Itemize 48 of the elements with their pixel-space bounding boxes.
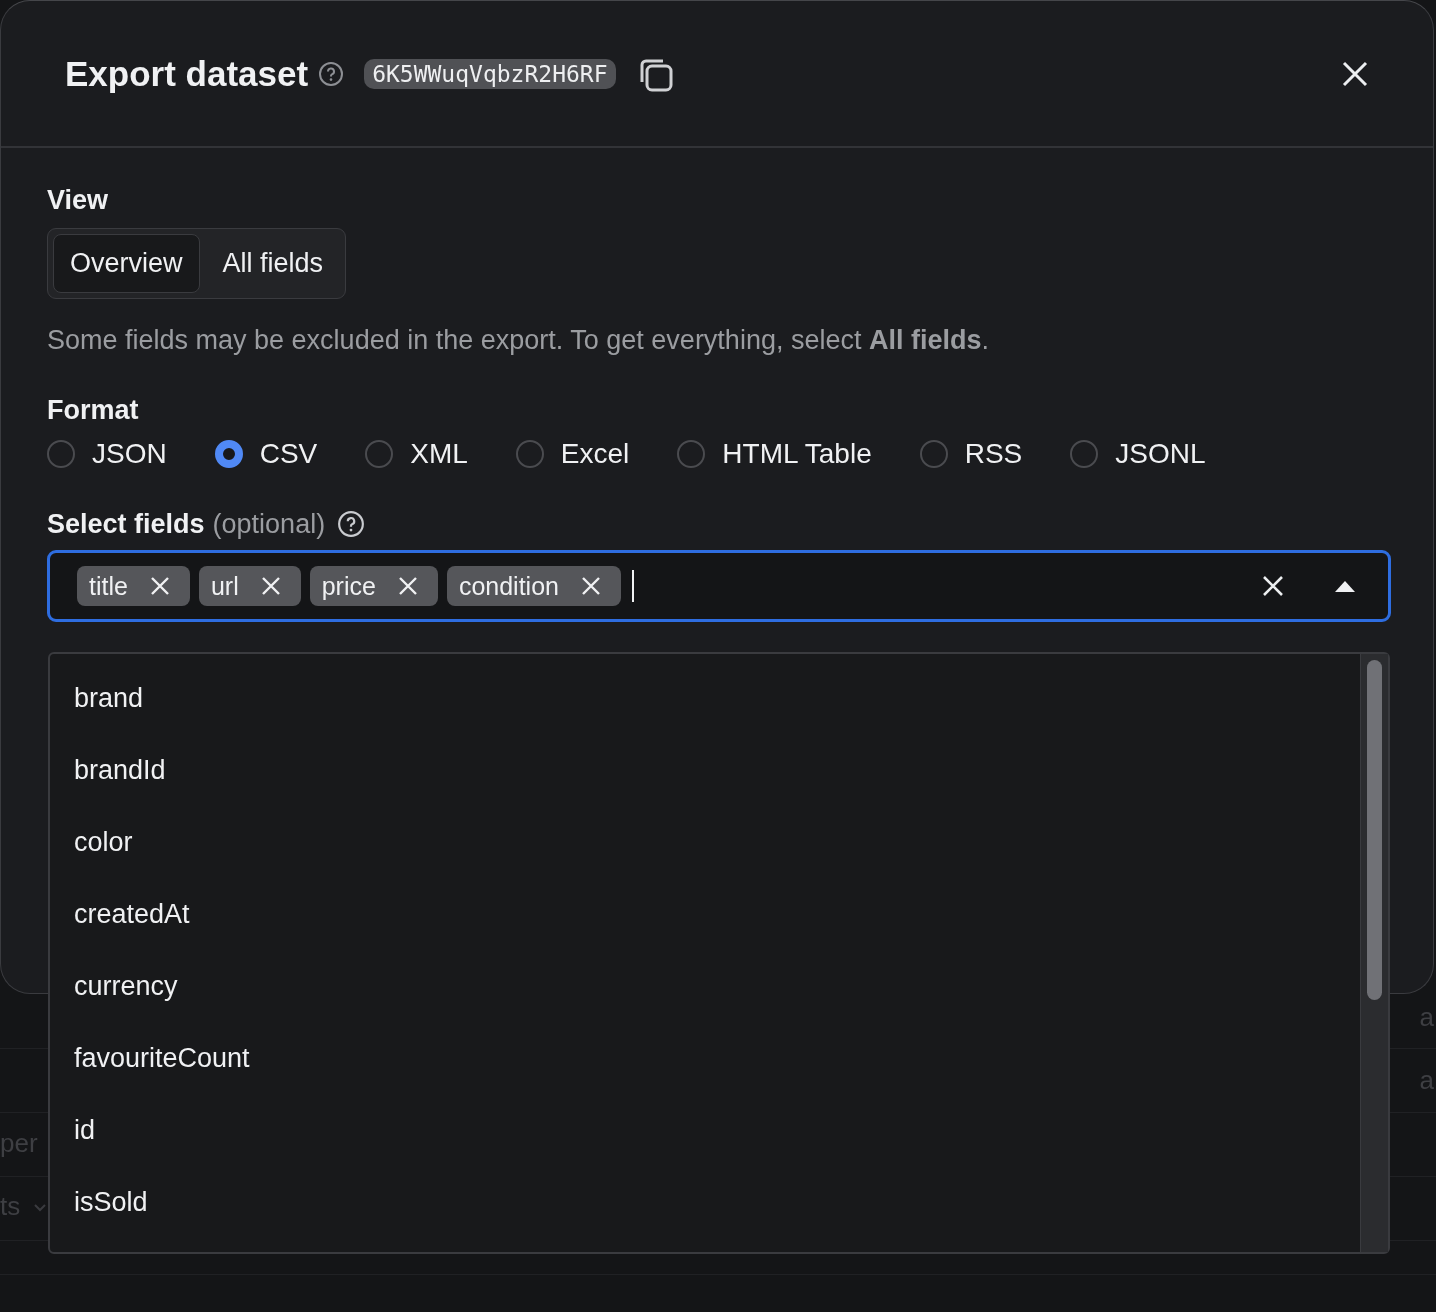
radio-button[interactable] <box>365 440 394 468</box>
text-cursor <box>631 570 634 602</box>
radio-button[interactable] <box>214 440 243 468</box>
dropdown-item[interactable]: createdAt <box>74 880 190 952</box>
view-tab[interactable]: Overview <box>53 234 200 293</box>
remove-icon[interactable] <box>397 576 418 596</box>
radio-button[interactable] <box>515 440 544 468</box>
radio-button[interactable] <box>1070 440 1099 468</box>
hint-text: Some fields may be excluded in the export. To get everything, select All fields. <box>47 325 989 356</box>
dropdown-item[interactable]: brand <box>74 664 144 736</box>
help-icon[interactable] <box>337 510 366 538</box>
remove-icon[interactable] <box>580 576 601 596</box>
radio-label[interactable]: HTML Table <box>722 438 872 470</box>
dropdown-item[interactable]: favouriteCount <box>74 1024 250 1096</box>
chip-label: price <box>321 571 376 601</box>
section-label: Format <box>47 394 139 426</box>
dropdown-item[interactable]: color <box>74 808 133 880</box>
radio-label[interactable]: XML <box>410 438 468 470</box>
chip-label: condition <box>458 571 559 601</box>
view-tab[interactable]: All fields <box>205 234 341 293</box>
radio-label[interactable]: JSONL <box>1115 438 1206 470</box>
radio-button[interactable] <box>919 440 948 468</box>
radio-label[interactable]: CSV <box>259 438 318 470</box>
dropdown-item[interactable]: id <box>74 1096 95 1168</box>
chip-label: url <box>210 571 239 601</box>
section-label: Select fields <box>47 508 205 540</box>
remove-icon[interactable] <box>149 576 170 596</box>
chevron-icon <box>33 1203 47 1213</box>
clear-icon[interactable] <box>1262 575 1284 597</box>
radio-button[interactable] <box>677 440 706 468</box>
caret-up-icon[interactable] <box>1335 580 1355 592</box>
dialog-title: Export dataset <box>65 53 309 94</box>
fields-select[interactable]: title url price condition <box>47 550 1391 622</box>
remove-icon[interactable] <box>260 576 281 596</box>
optional-text: (optional) <box>212 508 326 540</box>
close-icon[interactable] <box>1342 60 1368 87</box>
dataset-id: 6K5WWuqVqbzR2H6RF <box>364 58 616 89</box>
dropdown-item[interactable]: currency <box>74 952 178 1024</box>
dropdown-item[interactable]: brandId <box>74 736 166 808</box>
scrollbar[interactable] <box>1360 654 1388 1252</box>
help-icon[interactable] <box>318 60 345 87</box>
dropdown-item[interactable]: isSold <box>74 1168 148 1240</box>
chip-label: title <box>89 571 128 601</box>
section-label: View <box>47 184 109 216</box>
radio-label[interactable]: JSON <box>92 438 167 470</box>
radio-label[interactable]: Excel <box>560 438 630 470</box>
radio-button[interactable] <box>47 440 75 468</box>
radio-label[interactable]: RSS <box>964 438 1023 470</box>
